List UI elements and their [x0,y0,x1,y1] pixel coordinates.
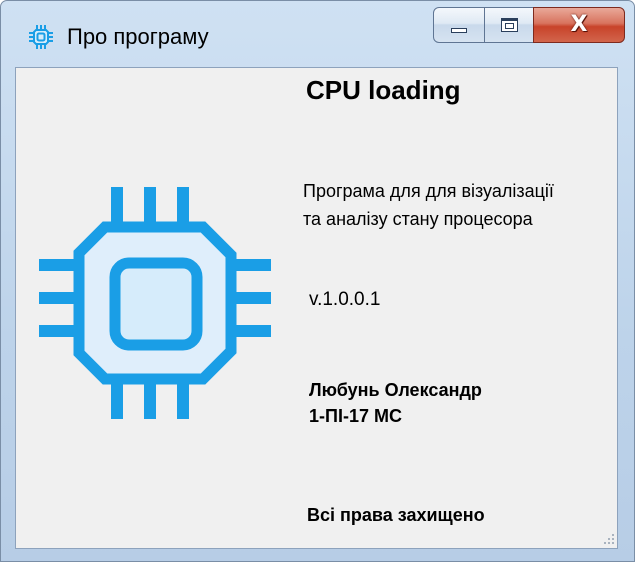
author-group: 1-ПІ-17 МС [309,406,402,426]
author-info: Любунь Олександр 1-ПІ-17 МС [309,377,482,429]
maximize-button[interactable] [484,7,534,43]
close-button[interactable]: X [533,7,625,43]
cpu-chip-icon [29,25,53,49]
author-name: Любунь Олександр [309,380,482,400]
resize-grip-icon[interactable] [601,531,615,545]
app-description: Програма для для візуалізації та аналізу… [303,177,623,233]
maximize-icon [500,18,518,32]
minimize-icon [451,27,467,33]
title-bar[interactable]: Про програму X [1,1,634,67]
copyright-notice: Всі права захищено [307,505,485,525]
description-line: та аналізу стану процесора [303,209,533,229]
version-label: v.1.0.0.1 [309,289,381,310]
minimize-button[interactable] [433,7,485,43]
description-line: Програма для для візуалізації [303,181,554,201]
window-title: Про програму [67,24,209,49]
cpu-chip-icon [39,187,271,419]
app-name: CPU loading [306,75,461,105]
about-dialog-window: Про програму X CPU loading Програма для … [0,0,635,562]
close-icon: X [570,12,588,37]
